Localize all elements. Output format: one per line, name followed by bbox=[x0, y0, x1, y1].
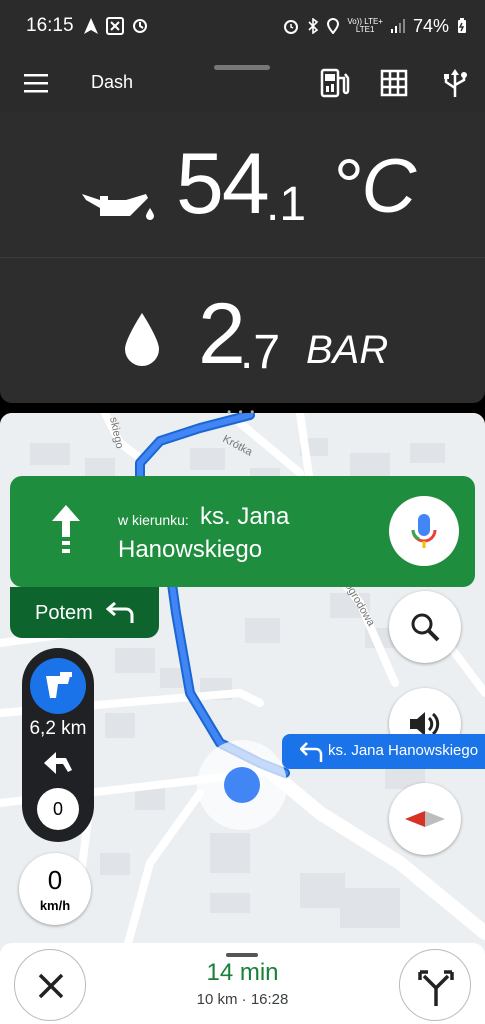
oil-pressure-unit: BAR bbox=[306, 328, 389, 372]
microphone-icon bbox=[411, 514, 437, 548]
speed-value: 0 bbox=[47, 865, 63, 895]
arrival-time: 16:28 bbox=[250, 991, 289, 1008]
network-bottom: LTE1 bbox=[355, 25, 375, 34]
turn-left-icon bbox=[106, 601, 134, 623]
fuel-nozzle-icon bbox=[46, 672, 72, 698]
bottom-drag-handle[interactable] bbox=[226, 953, 258, 957]
oil-pressure-integer: 2 bbox=[198, 286, 246, 382]
gas-station-button[interactable] bbox=[30, 658, 86, 714]
navigation-icon bbox=[83, 18, 98, 34]
oil-temp-integer: 54 bbox=[176, 136, 270, 232]
droplet-icon bbox=[125, 313, 159, 366]
panel-resize-dots[interactable]: • • • bbox=[227, 405, 256, 419]
oil-pressure-decimal: .7 bbox=[240, 326, 281, 379]
menu-icon[interactable] bbox=[22, 71, 50, 95]
fuel-pump-icon[interactable] bbox=[318, 66, 352, 100]
compass-button[interactable] bbox=[389, 783, 461, 855]
drag-handle[interactable] bbox=[214, 65, 270, 70]
alarm-icon bbox=[284, 20, 299, 34]
straight-arrow-icon bbox=[52, 505, 80, 553]
location-icon bbox=[327, 18, 340, 34]
alternate-routes-button[interactable] bbox=[399, 949, 471, 1021]
battery-percent: 74% bbox=[412, 15, 449, 36]
turn-left-arrow-icon bbox=[44, 752, 72, 774]
search-button[interactable] bbox=[389, 591, 461, 663]
next-turn-pill[interactable]: Potem bbox=[10, 587, 159, 638]
trip-summary-bar[interactable]: 14 min 10 km · 16:28 bbox=[0, 943, 485, 1024]
status-bar: 16:15 Vo)) LTE+ LTE1 74% bbox=[0, 0, 485, 52]
clock: 16:15 bbox=[26, 15, 74, 36]
battery-icon bbox=[458, 18, 466, 33]
oil-temp-unit: °C bbox=[331, 144, 417, 229]
oil-can-icon bbox=[82, 194, 154, 220]
bluetooth-icon bbox=[308, 18, 319, 34]
trip-distance: 10 km bbox=[196, 991, 238, 1008]
toward-label: w kierunku: bbox=[118, 512, 189, 528]
app-icon bbox=[132, 19, 147, 33]
street-name-line1: ks. Jana bbox=[200, 503, 290, 530]
turn-instruction-card[interactable]: w kierunku: ks. Jana Hanowskiego bbox=[10, 476, 475, 587]
speed-unit: km/h bbox=[39, 898, 71, 913]
eta-separator: · bbox=[241, 991, 247, 1008]
grid-icon[interactable] bbox=[377, 66, 411, 100]
compass-icon bbox=[405, 811, 445, 827]
street-name-line2: Hanowskiego bbox=[118, 536, 263, 563]
search-icon bbox=[411, 613, 440, 642]
then-label: Potem bbox=[35, 602, 93, 624]
speedometer[interactable]: 0 km/h bbox=[19, 853, 91, 925]
dash-header: Dash bbox=[0, 52, 485, 113]
oil-pressure-gauge: 2 .7 BAR bbox=[0, 258, 485, 403]
fuel-station-distance: 6,2 km bbox=[29, 718, 87, 739]
count-badge: 0 bbox=[37, 788, 79, 830]
current-location-dot bbox=[224, 767, 260, 803]
turn-left-small-icon bbox=[300, 742, 323, 762]
usb-icon[interactable] bbox=[438, 66, 472, 100]
oil-temperature-gauge: 54 .1 °C bbox=[0, 113, 485, 258]
signal-icon bbox=[390, 19, 405, 33]
screen-icon bbox=[105, 17, 124, 35]
route-fork-icon bbox=[418, 970, 454, 1006]
oil-temp-decimal: .1 bbox=[266, 178, 307, 231]
network-indicator: Vo)) LTE+ LTE1 bbox=[347, 18, 383, 34]
gauge-panel: 54 .1 °C 2 .7 BAR bbox=[0, 113, 485, 403]
route-info-panel: 6,2 km 0 bbox=[22, 648, 94, 842]
page-title: Dash bbox=[91, 72, 134, 92]
current-street-name: ks. Jana Hanowskiego bbox=[328, 742, 479, 759]
voice-search-button[interactable] bbox=[389, 496, 459, 566]
current-street-chip: ks. Jana Hanowskiego bbox=[282, 734, 485, 769]
